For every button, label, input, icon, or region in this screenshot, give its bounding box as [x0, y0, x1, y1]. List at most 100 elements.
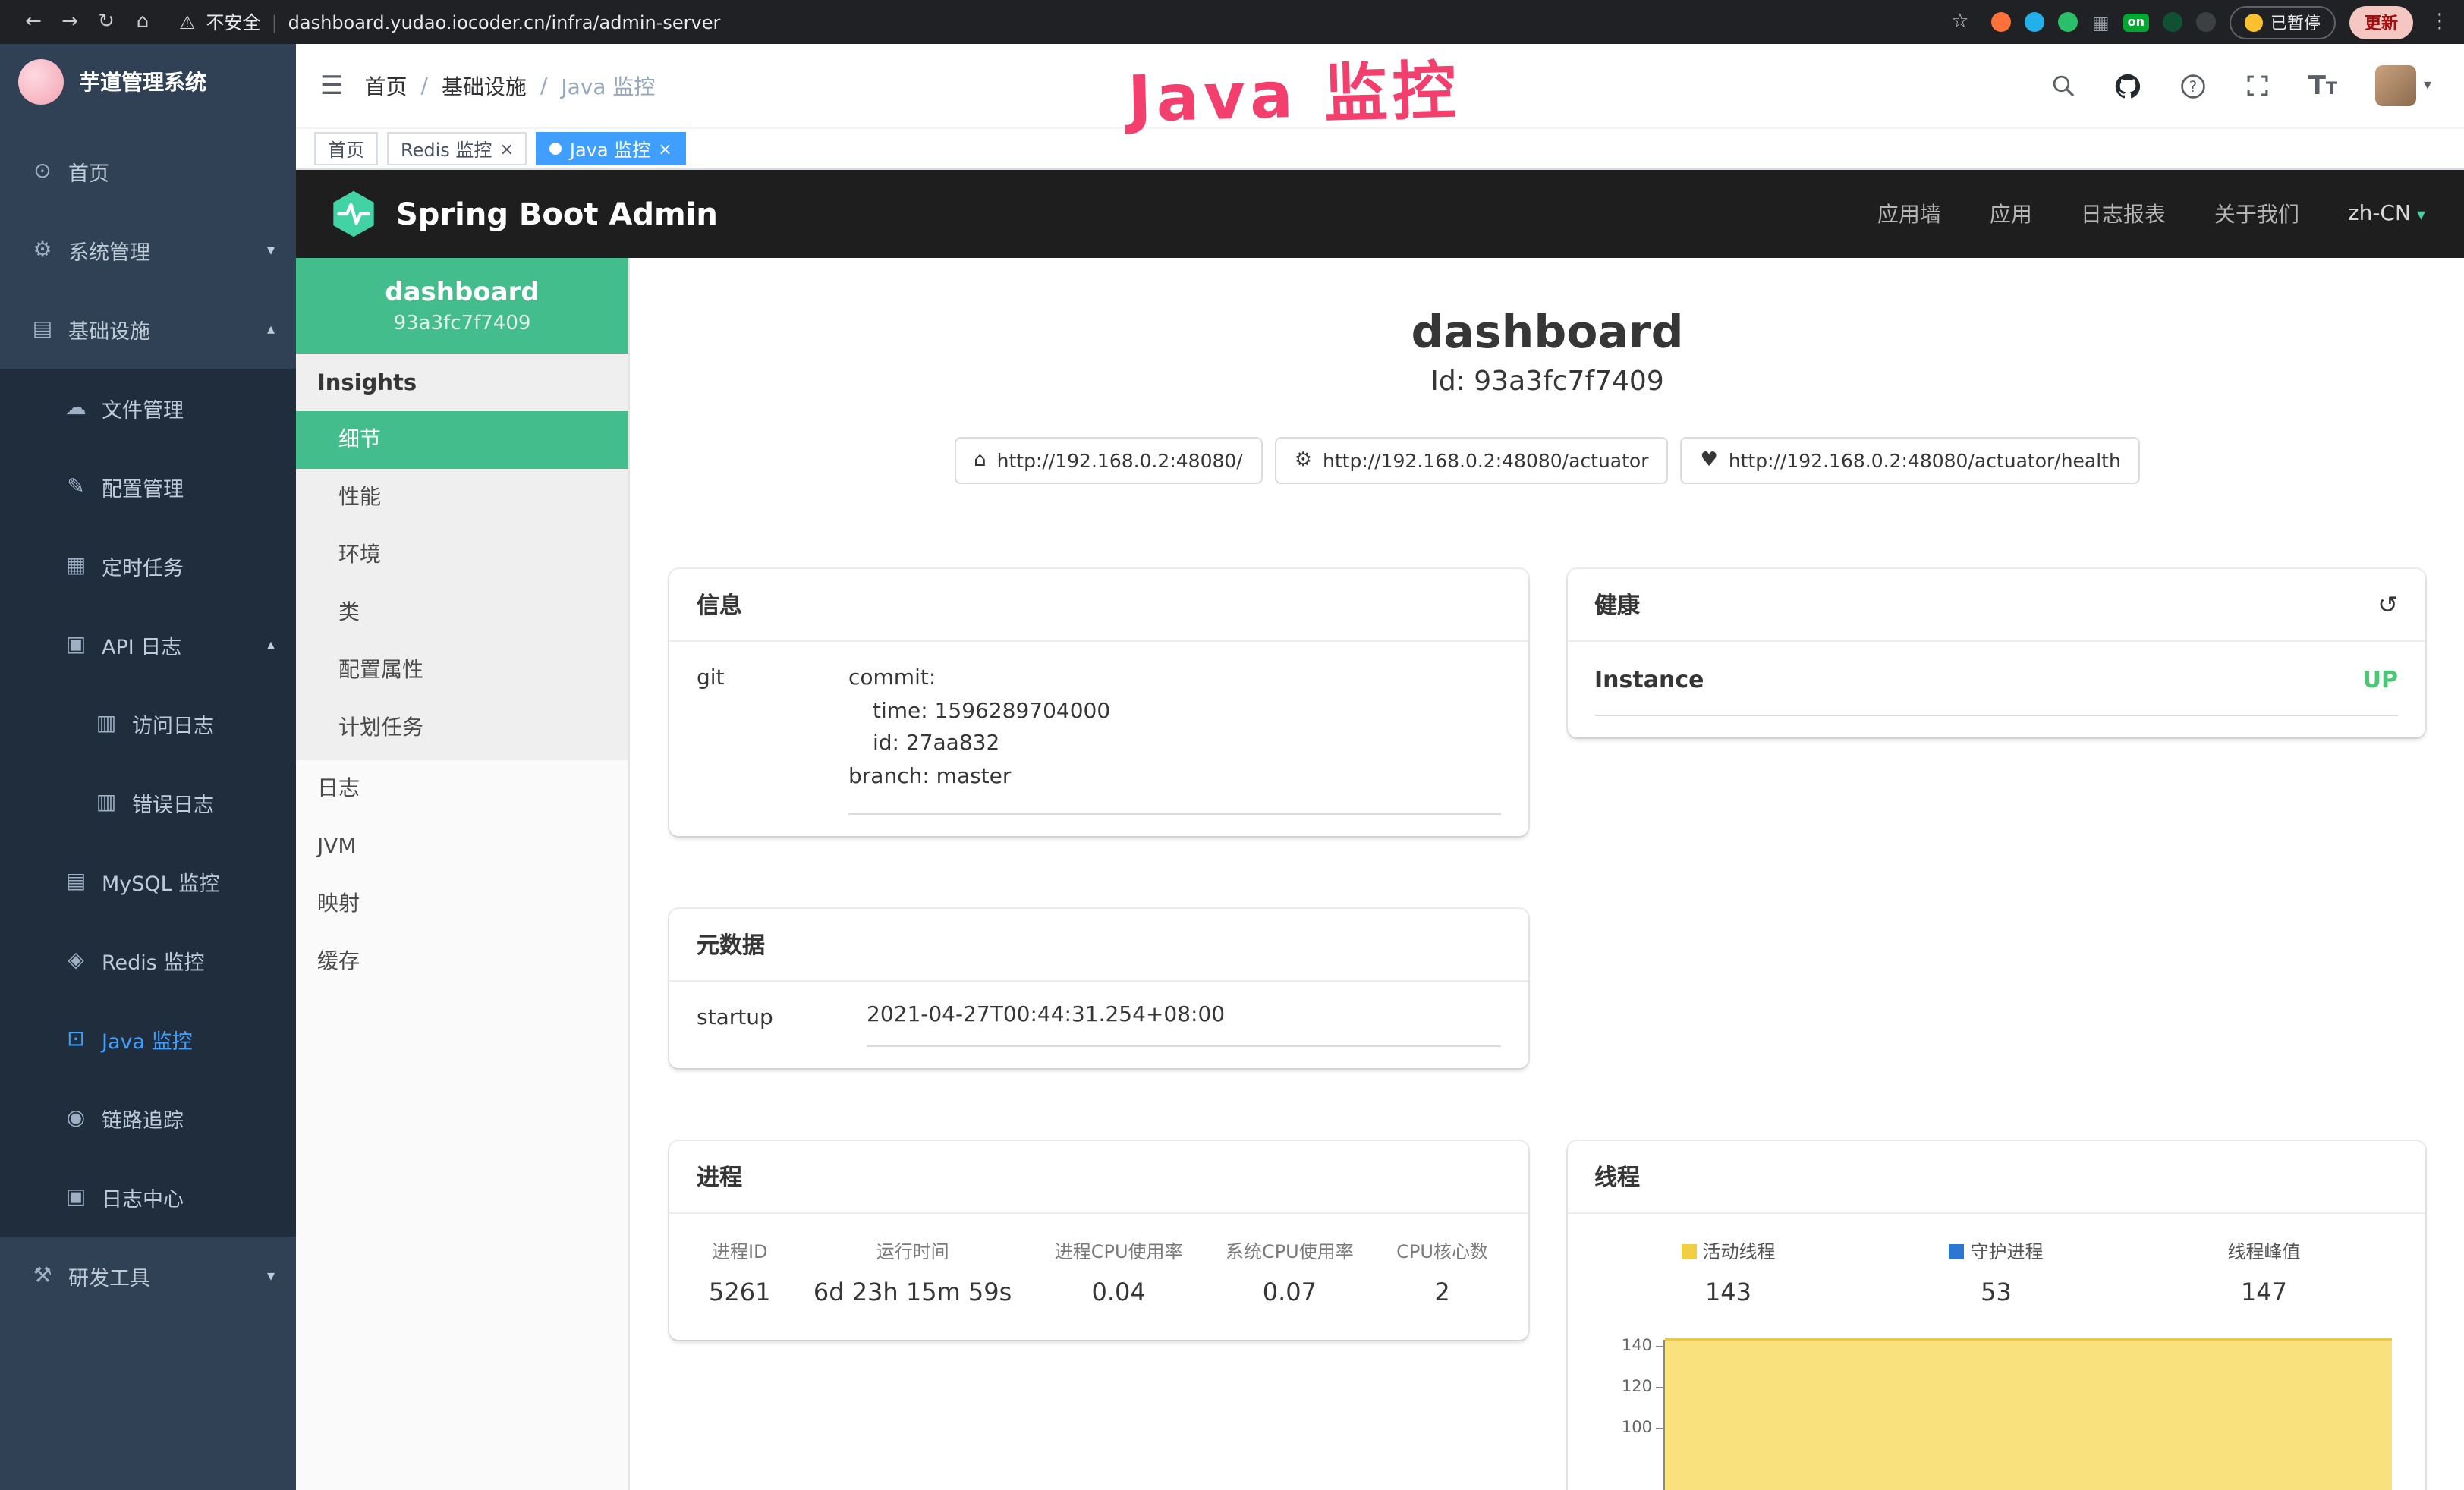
extension-on-badge[interactable]: on [2123, 13, 2149, 31]
sba-nav-about[interactable]: 关于我们 [2214, 199, 2299, 229]
legend-swatch-yellow [1681, 1244, 1696, 1259]
reload-icon[interactable]: ↻ [88, 11, 124, 33]
font-size-icon[interactable]: TT [2308, 71, 2337, 101]
close-icon[interactable]: × [499, 139, 513, 159]
security-warning-label[interactable]: 不安全 [206, 9, 261, 35]
app-logo[interactable]: 芋道管理系统 [0, 44, 296, 120]
sidebar-item-tracing[interactable]: ◉ 链路追踪 [0, 1079, 296, 1158]
sidebar-item-api-logs[interactable]: ▣ API 日志 ▴ [0, 605, 296, 684]
browser-update-button[interactable]: 更新 [2349, 5, 2413, 39]
help-icon[interactable]: ? [2179, 72, 2207, 99]
sba-item-environment[interactable]: 环境 [296, 527, 628, 584]
extension-icon[interactable] [2059, 12, 2079, 32]
legend-label: 守护进程 [1970, 1241, 2043, 1262]
close-icon[interactable]: × [658, 139, 672, 159]
sba-nav-wallboard[interactable]: 应用墙 [1877, 199, 1941, 229]
y-axis-tick: 140 [1610, 1338, 1652, 1353]
service-url-button[interactable]: ⌂ http://192.168.0.2:48080/ [954, 437, 1263, 484]
back-icon[interactable]: ← [15, 11, 52, 33]
legend-live-threads: 活动线程 143 [1594, 1238, 1862, 1306]
fullscreen-icon[interactable] [2245, 73, 2270, 99]
threads-card: 线程 活动线程 143 [1567, 1141, 2425, 1490]
user-avatar[interactable]: ▾ [2375, 65, 2431, 106]
legend-peak-threads: 线程峰值 147 [2130, 1238, 2398, 1306]
insights-group: Insights 细节 性能 环境 类 配置属性 计划任务 [296, 354, 628, 760]
sidebar-item-log-center[interactable]: ▣ 日志中心 [0, 1158, 296, 1237]
metadata-value: 2021-04-27T00:44:31.254+08:00 [867, 1003, 1500, 1047]
info-line: commit: [848, 663, 1500, 696]
history-icon[interactable]: ↺ [2377, 590, 2398, 619]
sidebar-item-label: 系统管理 [68, 235, 150, 266]
tab-redis-monitor[interactable]: Redis 监控 × [387, 132, 527, 165]
sba-item-logs[interactable]: 日志 [296, 760, 628, 818]
sidebar-item-label: 首页 [68, 156, 109, 187]
legend-daemon-threads: 守护进程 53 [1862, 1238, 2130, 1306]
sidebar-item-scheduled-jobs[interactable]: ▦ 定时任务 [0, 527, 296, 605]
process-stats: 进程ID 5261 运行时间 6d 23h 15m 59s [697, 1220, 1500, 1319]
extension-icon[interactable] [2025, 12, 2045, 32]
instance-header[interactable]: dashboard 93a3fc7f7409 [296, 258, 628, 354]
search-icon[interactable] [2050, 73, 2076, 99]
forward-icon[interactable]: → [52, 11, 88, 33]
sidebar-item-home[interactable]: ⊙ 首页 [0, 132, 296, 211]
sba-item-config-props[interactable]: 配置属性 [296, 642, 628, 699]
active-tab-dot [550, 143, 562, 155]
sidebar-item-access-logs[interactable]: ▥ 访问日志 [0, 684, 296, 763]
sidebar-item-label: 基础设施 [68, 314, 150, 344]
y-axis-tick: 120 [1610, 1379, 1652, 1394]
sidebar-item-config-mgmt[interactable]: ✎ 配置管理 [0, 448, 296, 527]
sidebar-item-java-monitor[interactable]: ⊡ Java 监控 [0, 1000, 296, 1079]
process-card: 进程 进程ID 5261 运行时间 [669, 1141, 1528, 1340]
sba-nav-journal[interactable]: 日志报表 [2081, 199, 2166, 229]
sidebar-item-redis-monitor[interactable]: ◈ Redis 监控 [0, 921, 296, 1000]
sidebar-item-file-mgmt[interactable]: ☁ 文件管理 [0, 369, 296, 448]
tab-label: Redis 监控 [401, 136, 492, 162]
app-sidebar: 芋道管理系统 ⊙ 首页 ⚙ 系统管理 ▾ ▤ 基础设施 ▴ [0, 44, 296, 1490]
breadcrumb-home[interactable]: 首页 [365, 71, 408, 101]
axis-tick-mark [1655, 1387, 1663, 1388]
sidebar-item-label: Redis 监控 [102, 945, 204, 976]
log-icon: ▥ [94, 791, 118, 815]
browser-menu-icon[interactable]: ⋮ [2430, 11, 2450, 33]
breadcrumb-infrastructure[interactable]: 基础设施 [442, 71, 527, 101]
extension-icon[interactable] [2196, 12, 2216, 32]
extension-icon[interactable] [1992, 12, 2012, 32]
tags-bar: 首页 Redis 监控 × Java 监控 × [296, 129, 2464, 170]
sba-item-jvm[interactable]: JVM [296, 818, 628, 875]
sidebar-item-system-mgmt[interactable]: ⚙ 系统管理 ▾ [0, 211, 296, 290]
axis-tick-mark [1655, 1428, 1663, 1429]
tab-home[interactable]: 首页 [314, 132, 378, 165]
sidebar-item-infrastructure[interactable]: ▤ 基础设施 ▴ [0, 290, 296, 369]
threads-chart: 140 120 100 [1610, 1337, 2392, 1490]
extension-icon[interactable] [2163, 12, 2182, 32]
sidebar-item-error-logs[interactable]: ▥ 错误日志 [0, 763, 296, 842]
browser-home-icon[interactable]: ⌂ [124, 11, 161, 33]
tab-label: 首页 [328, 136, 364, 162]
tab-java-monitor[interactable]: Java 监控 × [537, 132, 686, 165]
extensions-grid-icon[interactable]: ▦ [2092, 11, 2110, 33]
browser-toolbar-right: ☆ ▦ on 已暂停 更新 ⋮ [1942, 5, 2450, 39]
sidebar-item-dev-tools[interactable]: ⚒ 研发工具 ▾ [0, 1237, 296, 1316]
health-row-instance[interactable]: Instance UP [1594, 648, 2398, 716]
info-line: id: 27aa832 [848, 729, 1500, 762]
sba-brand[interactable]: Spring Boot Admin [329, 190, 718, 238]
breadcrumb: 首页 / 基础设施 / Java 监控 [365, 71, 656, 101]
sba-item-details[interactable]: 细节 [296, 411, 628, 469]
sba-item-classes[interactable]: 类 [296, 584, 628, 642]
health-url-button[interactable]: ♥ http://192.168.0.2:48080/actuator/heal… [1681, 437, 2141, 484]
locale-selector[interactable]: zh-CN▾ [2348, 202, 2425, 226]
url-text[interactable]: dashboard.yudao.iocoder.cn/infra/admin-s… [288, 11, 721, 33]
sba-nav-applications[interactable]: 应用 [1990, 199, 2032, 229]
legend-label: 活动线程 [1702, 1241, 1775, 1262]
sba-item-mappings[interactable]: 映射 [296, 875, 628, 933]
sba-item-scheduled-tasks[interactable]: 计划任务 [296, 699, 628, 757]
actuator-url-button[interactable]: ⚙ http://192.168.0.2:48080/actuator [1275, 437, 1669, 484]
bookmark-star-icon[interactable]: ☆ [1942, 11, 1978, 33]
sba-item-performance[interactable]: 性能 [296, 469, 628, 527]
github-icon[interactable] [2114, 72, 2141, 99]
address-bar[interactable]: ⚠ 不安全 | dashboard.yudao.iocoder.cn/infra… [179, 9, 720, 35]
sidebar-item-mysql-monitor[interactable]: ▤ MySQL 监控 [0, 842, 296, 921]
hamburger-icon[interactable]: ☰ [296, 71, 365, 101]
sba-item-caches[interactable]: 缓存 [296, 933, 628, 991]
profile-paused-badge[interactable]: 已暂停 [2230, 5, 2336, 39]
